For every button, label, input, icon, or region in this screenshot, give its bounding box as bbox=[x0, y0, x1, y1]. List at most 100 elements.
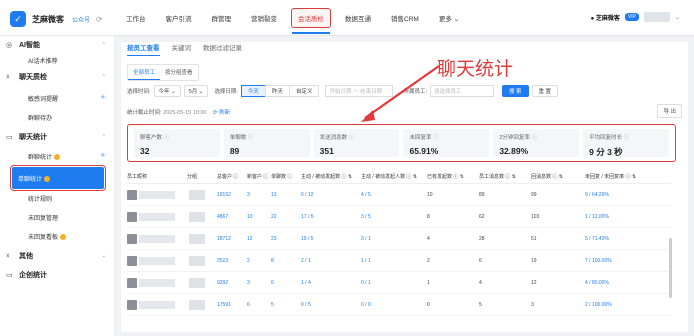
initiations-cell[interactable]: 2 / 1 bbox=[301, 258, 361, 264]
year-select-value: 今年 bbox=[158, 89, 170, 95]
single-chats-cell[interactable]: 22 bbox=[271, 214, 301, 220]
sidebar-group-enterprise-stats[interactable]: ▭ 企创统计 bbox=[6, 270, 108, 280]
refresh-link[interactable]: ⟳ 刷新 bbox=[213, 110, 230, 116]
new-customers-cell[interactable]: 6 bbox=[247, 302, 271, 308]
initiations-cell[interactable]: 6 / 12 bbox=[301, 192, 361, 198]
initiators-cell[interactable]: 3 / 1 bbox=[361, 236, 427, 242]
col-header-employee-messages[interactable]: 员工消息数 ⓘ ⇅ bbox=[479, 173, 531, 180]
total-customers-cell[interactable]: 9292 bbox=[217, 280, 247, 286]
initiators-cell[interactable]: 0 / 1 bbox=[361, 280, 427, 286]
nav-customer-acquisition[interactable]: 客户引流 bbox=[166, 13, 192, 23]
star-icon[interactable]: ★ bbox=[100, 151, 106, 159]
initiations-cell[interactable]: 17 / 5 bbox=[301, 214, 361, 220]
nav-workbench[interactable]: 工作台 bbox=[126, 13, 146, 23]
nav-marketing-fission[interactable]: 营销裂变 bbox=[251, 13, 277, 23]
nav-more[interactable]: 更多 ⌄ bbox=[439, 13, 459, 23]
initiators-cell[interactable]: 1 / 1 bbox=[361, 258, 427, 264]
chevron-down-icon[interactable]: ⌄ bbox=[675, 14, 680, 21]
single-chats-cell[interactable]: 23 bbox=[271, 236, 301, 242]
single-chats-cell[interactable]: 5 bbox=[271, 302, 301, 308]
group-name-redacted bbox=[189, 277, 205, 288]
nav-session-quality[interactable]: 会话质检 bbox=[291, 8, 331, 34]
export-button[interactable]: 导 出 bbox=[657, 104, 682, 118]
employee-cell[interactable] bbox=[127, 211, 187, 222]
tab-keywords[interactable]: 关键词 bbox=[172, 42, 192, 56]
app-logo[interactable]: ✓ 芝麻微客 公众号 ⟳ bbox=[10, 11, 103, 27]
stat-value: 89 bbox=[229, 146, 240, 156]
sidebar-group-chat-quality[interactable]: ☓ 聊天质检 ⌃ bbox=[6, 72, 108, 82]
seg-custom[interactable]: 自定义 bbox=[288, 85, 320, 97]
col-header-unreplied[interactable]: 未回复 / 未回复率 ⓘ ⇅ bbox=[585, 173, 657, 180]
new-customers-cell[interactable]: 3 bbox=[247, 280, 271, 286]
total-customers-cell[interactable]: 19152 bbox=[217, 192, 247, 198]
col-header-initiations[interactable]: 主动 / 被动发起数 ⓘ ⇅ bbox=[301, 173, 361, 180]
sidebar-group-chat-stats[interactable]: ▭ 聊天统计 ⌃ bbox=[6, 132, 108, 142]
table-scrollbar[interactable] bbox=[669, 238, 672, 298]
subtab-all-employees[interactable]: 全部员工 bbox=[128, 65, 161, 80]
initiations-cell[interactable]: 19 / 5 bbox=[301, 236, 361, 242]
sidebar-item-unreplied-management[interactable]: 未回复管理 bbox=[28, 213, 108, 222]
sidebar-item-single-chat-stats[interactable]: 单聊统计 bbox=[10, 165, 106, 191]
initiators-cell[interactable]: 4 / 5 bbox=[361, 192, 427, 198]
employee-cell[interactable] bbox=[127, 233, 187, 244]
sidebar-item-group-chat-stats[interactable]: 群聊统计 ★ bbox=[28, 152, 108, 161]
employee-cell[interactable] bbox=[127, 299, 187, 310]
unreplied-cell[interactable]: 5 / 71.43% bbox=[585, 236, 657, 242]
sidebar-item-unreplied-board[interactable]: 未回复看板 bbox=[28, 232, 108, 241]
single-chats-cell[interactable]: 13 bbox=[271, 192, 301, 198]
new-customers-cell[interactable]: 2 bbox=[247, 258, 271, 264]
seg-yesterday[interactable]: 昨天 bbox=[264, 85, 290, 97]
col-header-new-customers: 新客户 ⓘ bbox=[247, 174, 269, 180]
sidebar-item-stat-rules[interactable]: 统计规则 bbox=[28, 194, 108, 203]
total-customers-cell[interactable]: 4867 bbox=[217, 214, 247, 220]
new-customers-cell[interactable]: 10 bbox=[247, 214, 271, 220]
nav-sales-crm[interactable]: 销售CRM bbox=[391, 13, 419, 23]
sidebar-group-other[interactable]: ☓ 其他 ⌄ bbox=[6, 251, 108, 261]
initiators-cell[interactable]: 0 / 0 bbox=[361, 302, 427, 308]
employee-cell[interactable] bbox=[127, 189, 187, 200]
star-icon[interactable]: ★ bbox=[100, 93, 106, 101]
initiations-cell[interactable]: 0 / 5 bbox=[301, 302, 361, 308]
sidebar-item-sensitive-words[interactable]: 敏感词提醒 ★ bbox=[28, 94, 108, 103]
nav-data-sync[interactable]: 数据互通 bbox=[345, 13, 371, 23]
search-button[interactable]: 搜 索 bbox=[502, 85, 529, 97]
initiations-cell[interactable]: 1 / 4 bbox=[301, 280, 361, 286]
total-customers-cell[interactable]: 17591 bbox=[217, 302, 247, 308]
year-select[interactable]: 今年 ⌄ bbox=[153, 85, 181, 97]
employee-cell[interactable] bbox=[127, 277, 187, 288]
employee-name-redacted bbox=[139, 256, 175, 265]
seg-today[interactable]: 今天 bbox=[240, 85, 266, 97]
subtab-by-group[interactable]: 按分组查看 bbox=[160, 65, 198, 80]
group-name-redacted bbox=[189, 299, 205, 310]
tab-filter-records[interactable]: 数据过滤记录 bbox=[203, 42, 242, 56]
tab-by-employee[interactable]: 按员工查看 bbox=[127, 42, 160, 56]
col-header-initiators[interactable]: 主动 / 被动发起人数 ⓘ ⇅ bbox=[361, 173, 427, 180]
nav-group-management[interactable]: 群管理 bbox=[212, 13, 232, 23]
reset-button[interactable]: 重 置 bbox=[531, 85, 559, 97]
new-customers-cell[interactable]: 3 bbox=[247, 192, 271, 198]
unreplied-cell[interactable]: 9 / 64.29% bbox=[585, 192, 657, 198]
initiators-cell[interactable]: 3 / 5 bbox=[361, 214, 427, 220]
single-chats-cell[interactable]: 8 bbox=[271, 258, 301, 264]
account-area[interactable]: ● 芝麻微客 VIP ⌄ bbox=[591, 12, 680, 22]
total-customers-cell[interactable]: 2523 bbox=[217, 258, 247, 264]
unreplied-cell[interactable]: 1 / 12.00% bbox=[585, 214, 657, 220]
month-select[interactable]: 5月 ⌄ bbox=[183, 85, 209, 97]
new-customers-cell[interactable]: 12 bbox=[247, 236, 271, 242]
total-customers-cell[interactable]: 18712 bbox=[217, 236, 247, 242]
col-header-reply-messages[interactable]: 回消息数 ⓘ ⇅ bbox=[531, 173, 585, 180]
single-chats-cell[interactable]: 6 bbox=[271, 280, 301, 286]
employee-stats-table: 员工昵称 分组 总客户 ⓘ 新客户 ⓘ 单聊数 ⓘ 主动 / 被动发起数 ⓘ ⇅… bbox=[127, 170, 671, 316]
sidebar-item-group-todo[interactable]: 群聊待办 bbox=[28, 113, 108, 122]
col-header-group: 分组 bbox=[187, 174, 198, 180]
col-header-existing[interactable]: 已有发起数 ⓘ ⇅ bbox=[427, 173, 479, 180]
unreplied-cell[interactable]: 4 / 80.00% bbox=[585, 280, 657, 286]
unreplied-cell[interactable]: 2 / 100.00% bbox=[585, 302, 657, 308]
sidebar-item-ai-script[interactable]: AI话术推荐 bbox=[28, 56, 108, 65]
unreplied-cell[interactable]: 7 / 100.00% bbox=[585, 258, 657, 264]
employee-cell[interactable] bbox=[127, 255, 187, 266]
sidebar-group-ai[interactable]: ◎ AI智能 ⌃ bbox=[6, 40, 108, 50]
employee-messages-cell: 6 bbox=[479, 257, 482, 264]
help-icon: ⓘ bbox=[163, 135, 170, 141]
official-account-link[interactable]: 公众号 bbox=[72, 15, 90, 24]
